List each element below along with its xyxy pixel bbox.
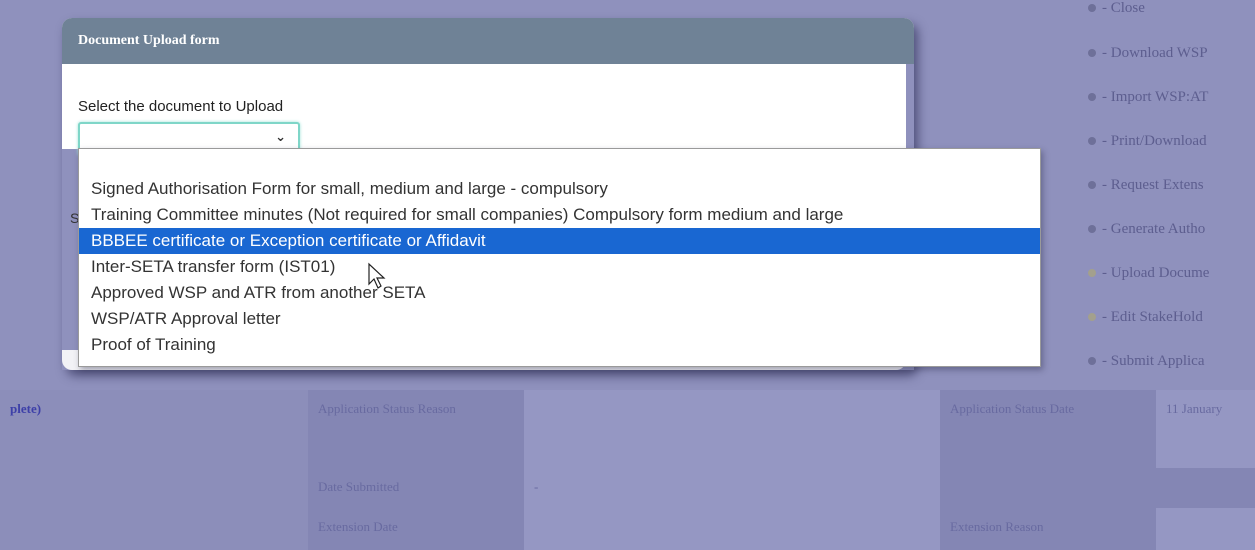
menu-item-upload-documents[interactable]: - Upload Docume — [1088, 261, 1209, 285]
bullet-icon — [1088, 137, 1096, 145]
chevron-down-icon: ⌄ — [275, 130, 286, 145]
option-training-committee-minutes[interactable]: Training Committee minutes (Not required… — [79, 202, 1040, 228]
bullet-icon — [1088, 357, 1096, 365]
bullet-icon — [1088, 313, 1096, 321]
menu-item-download-wsp[interactable]: - Download WSP — [1088, 41, 1208, 65]
option-approved-wsp-atr[interactable]: Approved WSP and ATR from another SETA — [79, 280, 1040, 306]
date-submitted-label: Date Submitted — [308, 468, 524, 508]
bullet-icon — [1088, 269, 1096, 277]
modal-title: Document Upload form — [62, 18, 914, 64]
menu-item-submit-application[interactable]: - Submit Applica — [1088, 349, 1205, 373]
status-reason-value — [524, 390, 940, 468]
date-submitted-value: - — [524, 468, 940, 508]
table-cell — [940, 468, 1255, 508]
application-status-table: plete) Application Status Reason Applica… — [0, 390, 1255, 550]
table-cell — [0, 508, 308, 550]
menu-item-edit-stakeholders[interactable]: - Edit StakeHold — [1088, 305, 1203, 329]
bullet-icon — [1088, 181, 1096, 189]
bullet-icon — [1088, 4, 1096, 12]
option-signed-authorisation[interactable]: Signed Authorisation Form for small, med… — [79, 176, 1040, 202]
action-menu: - Close - Download WSP - Import WSP:AT -… — [1088, 0, 1255, 390]
extension-date-value — [524, 508, 940, 550]
document-type-options[interactable]: Signed Authorisation Form for small, med… — [78, 148, 1041, 367]
extension-reason-label: Extension Reason — [940, 508, 1156, 550]
select-document-label: Select the document to Upload — [78, 98, 284, 115]
modal-form-area: Select the document to Upload ⌄ — [62, 64, 906, 156]
menu-item-close[interactable]: - Close — [1088, 0, 1145, 20]
bullet-icon — [1088, 93, 1096, 101]
status-date-label: Application Status Date — [940, 390, 1156, 468]
menu-item-print-download[interactable]: - Print/Download — [1088, 129, 1207, 153]
bullet-icon — [1088, 225, 1096, 233]
table-cell — [1156, 508, 1255, 550]
option-wsp-atr-approval-letter[interactable]: WSP/ATR Approval letter — [79, 306, 1040, 332]
application-status-cell: plete) — [0, 390, 308, 468]
menu-item-import-wsp[interactable]: - Import WSP:AT — [1088, 85, 1208, 109]
option-bbbee-certificate[interactable]: BBBEE certificate or Exception certifica… — [79, 228, 1040, 254]
mouse-pointer-icon — [368, 262, 386, 289]
table-cell — [0, 468, 308, 508]
option-inter-seta-transfer[interactable]: Inter-SETA transfer form (IST01) — [79, 254, 1040, 280]
status-date-value: 11 January — [1156, 390, 1255, 468]
status-reason-label: Application Status Reason — [308, 390, 524, 468]
extension-date-label: Extension Date — [308, 508, 524, 550]
option-proof-of-training[interactable]: Proof of Training — [79, 332, 1040, 358]
bullet-icon — [1088, 49, 1096, 57]
menu-item-request-extension[interactable]: - Request Extens — [1088, 173, 1204, 197]
menu-item-generate-authorisation[interactable]: - Generate Autho — [1088, 217, 1205, 241]
